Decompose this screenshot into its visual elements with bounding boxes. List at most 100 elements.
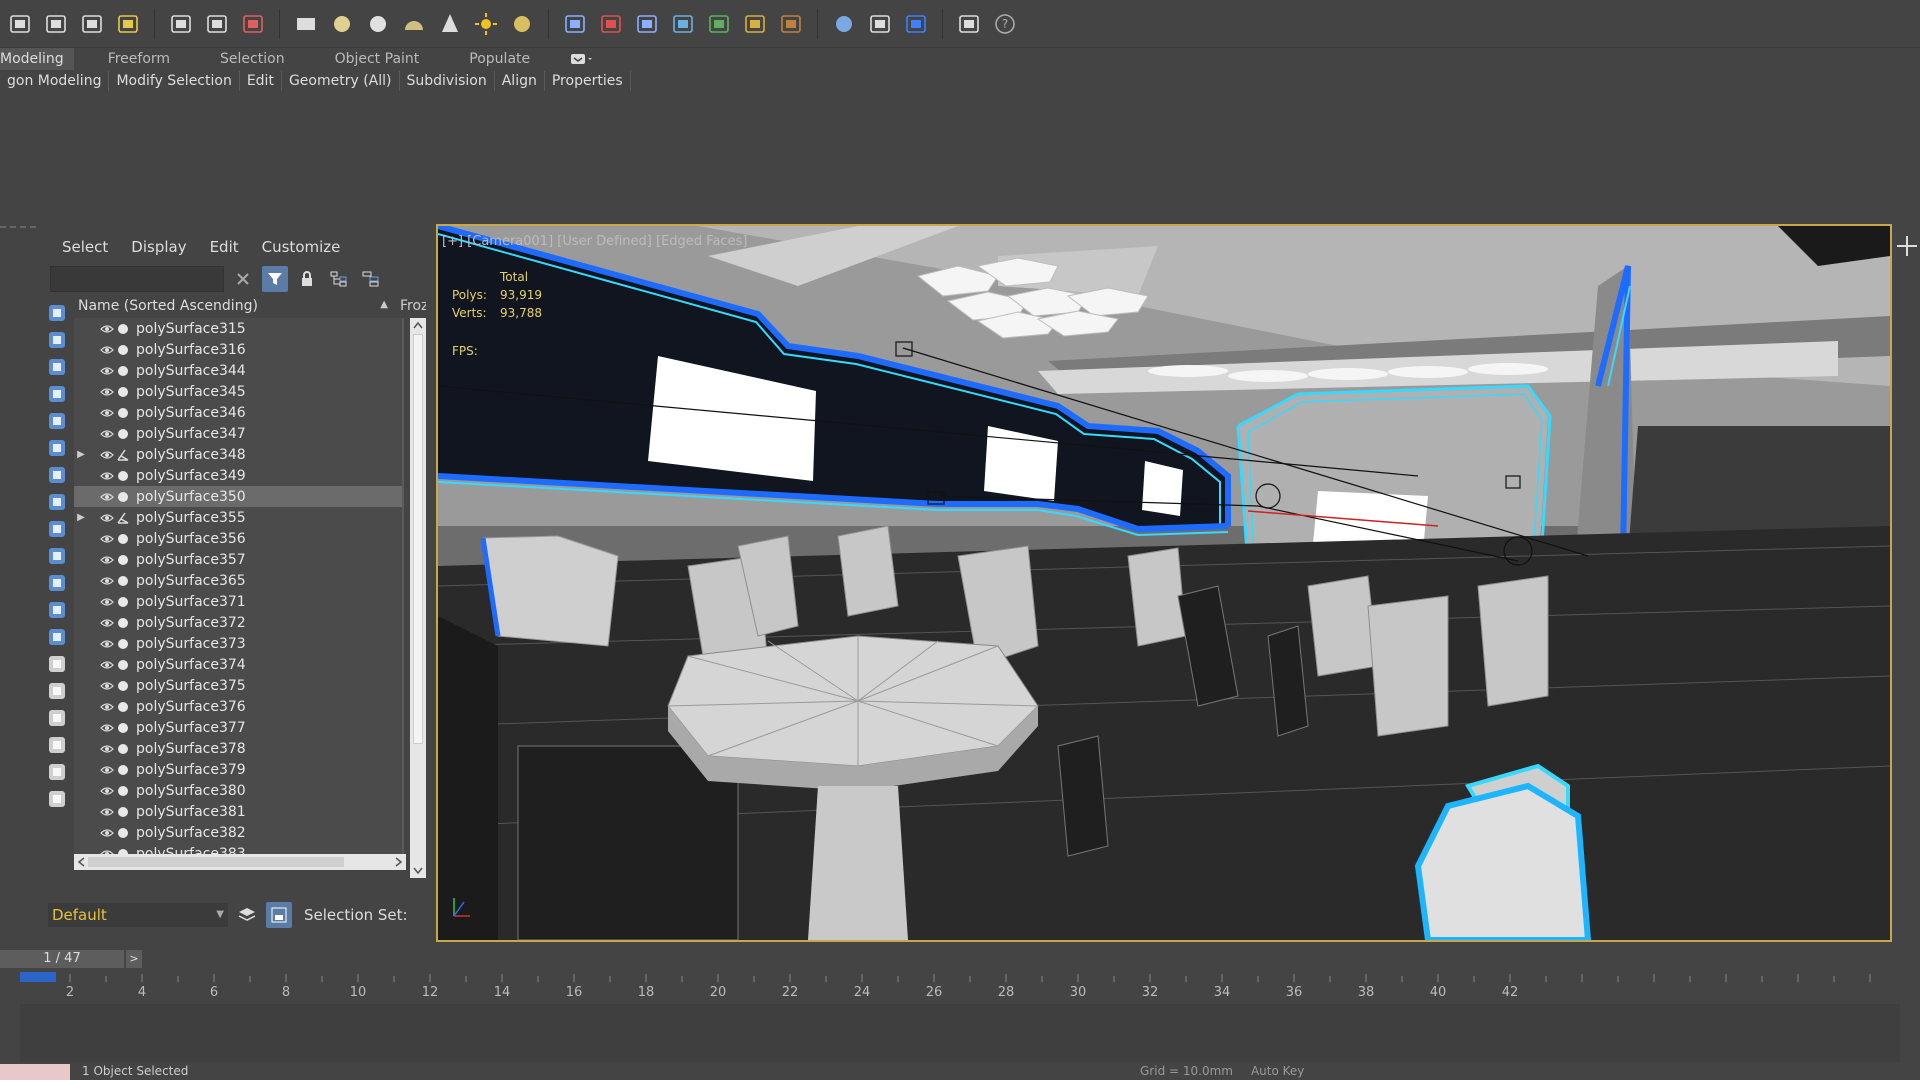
list-item[interactable]: polySurface375 [74, 675, 404, 696]
ribbon-tab-modeling[interactable]: Modeling [0, 48, 74, 70]
list-item[interactable]: polySurface344 [74, 360, 404, 381]
current-frame-marker[interactable] [20, 972, 56, 982]
selection-set-toggle-icon[interactable] [266, 902, 292, 928]
visibility-eye-icon[interactable] [98, 534, 116, 544]
list-item[interactable]: polySurface383 [74, 843, 404, 854]
list-item[interactable]: polySurface316 [74, 339, 404, 360]
ring-icon[interactable] [362, 8, 394, 40]
visibility-eye-icon[interactable] [98, 786, 116, 796]
frozen-toggle[interactable] [402, 465, 404, 486]
visibility-eye-icon[interactable] [98, 555, 116, 565]
list-item[interactable]: polySurface376 [74, 696, 404, 717]
pin-icon[interactable] [595, 8, 627, 40]
list-item[interactable]: polySurface373 [74, 633, 404, 654]
frozen-toggle[interactable] [402, 801, 404, 822]
display-none-icon-2[interactable] [44, 680, 70, 701]
list-item[interactable]: polySurface349 [74, 465, 404, 486]
frozen-toggle[interactable] [402, 738, 404, 759]
display-none-icon[interactable] [44, 302, 70, 323]
plane-icon[interactable] [290, 8, 322, 40]
help-icon[interactable]: ? [989, 8, 1021, 40]
frozen-toggle[interactable] [402, 717, 404, 738]
subtab-properties[interactable]: Properties [545, 71, 631, 91]
display-all-icon[interactable] [44, 653, 70, 674]
visibility-eye-icon[interactable] [98, 513, 116, 523]
sphere-light-icon[interactable] [506, 8, 538, 40]
visibility-eye-icon[interactable] [98, 702, 116, 712]
list-item[interactable]: polySurface380 [74, 780, 404, 801]
list-item[interactable]: polySurface378 [74, 738, 404, 759]
vertical-scroll-thumb[interactable] [413, 334, 423, 744]
menu-select[interactable]: Select [62, 238, 108, 256]
geometry-filter-icon[interactable] [44, 329, 70, 350]
list-item[interactable]: polySurface374 [74, 654, 404, 675]
frozen-toggle[interactable] [402, 570, 404, 591]
layers-stack-icon[interactable] [234, 902, 260, 928]
frozen-toggle[interactable] [402, 549, 404, 570]
spacewarps-filter-icon[interactable] [44, 464, 70, 485]
filter-toggle-icon[interactable] [262, 266, 288, 292]
list-item[interactable]: polySurface356 [74, 528, 404, 549]
visibility-eye-icon[interactable] [98, 639, 116, 649]
menu-display[interactable]: Display [131, 238, 186, 256]
subtab-edit[interactable]: Edit [240, 71, 282, 91]
list-item[interactable]: polySurface345 [74, 381, 404, 402]
frozen-toggle[interactable] [402, 318, 404, 339]
list-item[interactable]: polySurface315 [74, 318, 404, 339]
list-item[interactable]: polySurface382 [74, 822, 404, 843]
bones-filter-icon[interactable] [44, 545, 70, 566]
frozen-toggle[interactable] [402, 612, 404, 633]
plant-icon[interactable] [703, 8, 735, 40]
visibility-eye-icon[interactable] [98, 723, 116, 733]
hidden-filter-icon[interactable] [44, 626, 70, 647]
ball-icon[interactable] [828, 8, 860, 40]
frozen-toggle[interactable] [402, 780, 404, 801]
frozen-toggle[interactable] [402, 843, 404, 854]
lock-icon[interactable] [294, 266, 320, 292]
list-item[interactable]: polySurface347 [74, 423, 404, 444]
camera-viewport[interactable]: [+] [Camera001] [User Defined] [Edged Fa… [436, 224, 1892, 942]
cone-icon[interactable] [434, 8, 466, 40]
render-icon[interactable] [237, 8, 269, 40]
visibility-eye-icon[interactable] [98, 471, 116, 481]
xrefs-filter-icon[interactable] [44, 518, 70, 539]
hierarchy-icon[interactable] [326, 266, 352, 292]
flower-icon[interactable] [667, 8, 699, 40]
frozen-toggle[interactable] [402, 528, 404, 549]
grid-icon[interactable] [76, 8, 108, 40]
vertical-scrollbar[interactable] [410, 318, 426, 878]
list-item[interactable]: polySurface365 [74, 570, 404, 591]
list-item[interactable]: polySurface350 [74, 486, 404, 507]
list-item[interactable]: polySurface372 [74, 612, 404, 633]
visibility-eye-icon[interactable] [98, 408, 116, 418]
ribbon-options-icon[interactable] [570, 51, 594, 67]
layer-hierarchy-icon[interactable] [358, 266, 384, 292]
script-icon[interactable] [953, 8, 985, 40]
layer-icon[interactable] [40, 8, 72, 40]
create-plus-icon[interactable] [1894, 234, 1920, 294]
frozen-toggle[interactable] [402, 423, 404, 444]
expand-arrow-icon[interactable]: ▶ [74, 512, 88, 523]
list-item[interactable]: polySurface371 [74, 591, 404, 612]
edit-icon[interactable] [864, 8, 896, 40]
auto-key-button[interactable]: Auto Key [1251, 1064, 1304, 1078]
frozen-toggle[interactable] [402, 696, 404, 717]
frozen-toggle[interactable] [402, 675, 404, 696]
snapshot-icon[interactable] [4, 8, 36, 40]
frozen-toggle[interactable] [402, 591, 404, 612]
lights-filter-icon[interactable] [44, 383, 70, 404]
menu-edit[interactable]: Edit [210, 238, 239, 256]
visibility-eye-icon[interactable] [98, 807, 116, 817]
ox-icon[interactable] [775, 8, 807, 40]
mesh-icon[interactable] [559, 8, 591, 40]
ribbon-tab-populate[interactable]: Populate [439, 48, 550, 70]
visibility-eye-icon[interactable] [98, 324, 116, 334]
next-frame-button[interactable]: > [126, 950, 142, 968]
sphere-icon[interactable] [326, 8, 358, 40]
frozen-toggle[interactable] [402, 507, 404, 528]
ribbon-tab-object-paint[interactable]: Object Paint [305, 48, 440, 70]
list-item[interactable]: polySurface381 [74, 801, 404, 822]
cameras-filter-icon[interactable] [44, 410, 70, 431]
visibility-eye-icon[interactable] [98, 765, 116, 775]
visibility-eye-icon[interactable] [98, 366, 116, 376]
